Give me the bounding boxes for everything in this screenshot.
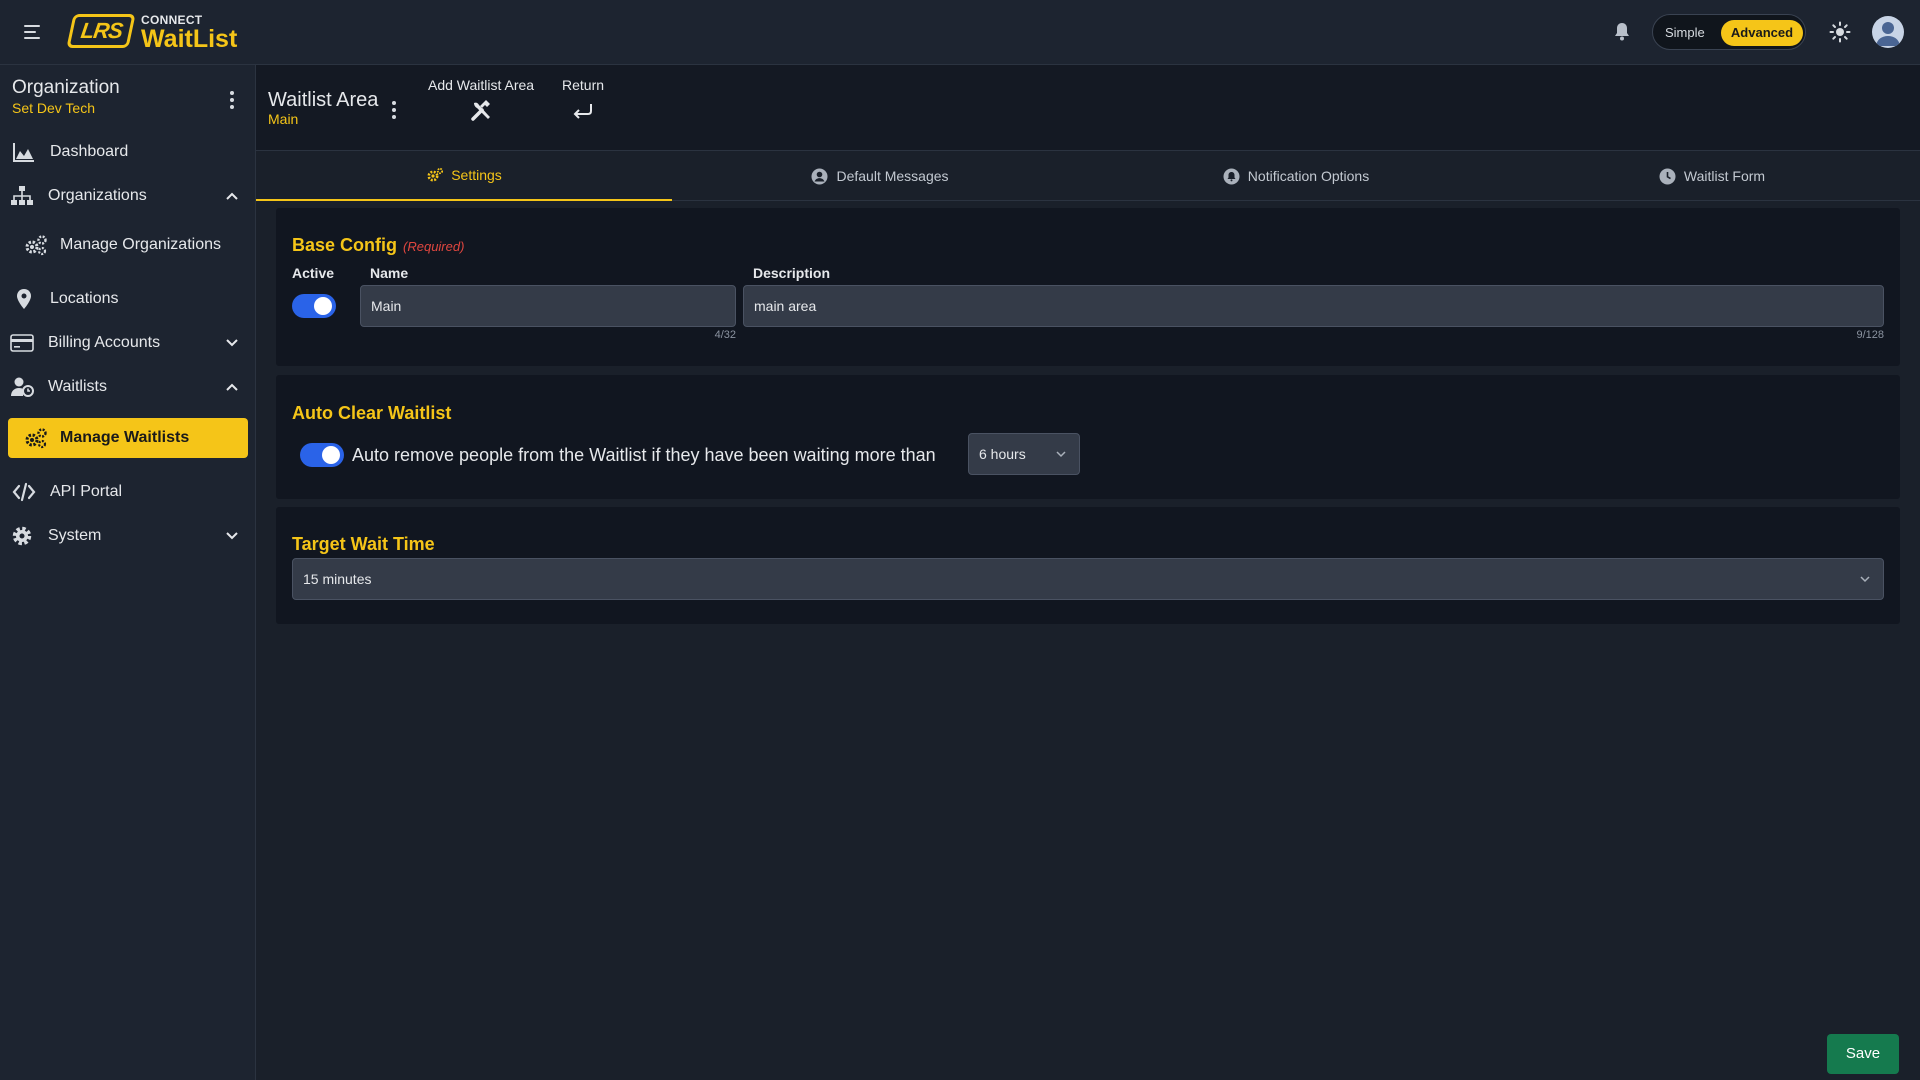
sidebar-item-label: Billing Accounts bbox=[48, 334, 161, 351]
auto-clear-toggle[interactable] bbox=[300, 443, 344, 467]
page-title: Waitlist Area bbox=[268, 89, 379, 111]
target-wait-card: Target Wait Time 15 minutes bbox=[276, 507, 1900, 624]
bell-circle-icon bbox=[1223, 168, 1240, 184]
page-subtitle: Main bbox=[268, 111, 299, 127]
gears-icon bbox=[25, 428, 47, 449]
sidebar-item-api-portal[interactable]: API Portal bbox=[8, 472, 248, 512]
sidebar-item-label: Manage Waitlists bbox=[60, 429, 190, 446]
auto-clear-description: Auto remove people from the Waitlist if … bbox=[352, 445, 936, 465]
description-char-counter: 9/128 bbox=[1856, 329, 1884, 341]
tools-icon bbox=[471, 100, 491, 121]
name-char-counter: 4/32 bbox=[714, 329, 736, 341]
sun-icon[interactable] bbox=[1828, 20, 1852, 44]
user-avatar[interactable] bbox=[1872, 16, 1904, 48]
tab-label: Settings bbox=[451, 167, 502, 183]
mode-advanced-option[interactable]: Advanced bbox=[1721, 20, 1803, 46]
sidebar-item-label: Manage Organizations bbox=[60, 236, 221, 253]
sidebar: Organization Set Dev Tech Dashboard Orga… bbox=[0, 65, 256, 1080]
top-bar: LRS CONNECT WaitList Simple Advanced bbox=[0, 0, 1920, 65]
page-subheader: Waitlist Area Main Add Waitlist Area Ret… bbox=[256, 65, 1920, 151]
tab-label: Notification Options bbox=[1247, 168, 1370, 184]
return-icon bbox=[573, 104, 593, 119]
brand-title: WaitList bbox=[141, 25, 238, 53]
mode-simple-option[interactable]: Simple bbox=[1665, 25, 1705, 40]
user-circle-icon bbox=[811, 168, 828, 184]
sidebar-item-organizations[interactable]: Organizations bbox=[8, 176, 248, 216]
return-label: Return bbox=[562, 77, 605, 93]
tab-label: Default Messages bbox=[836, 168, 949, 184]
chart-area-icon bbox=[13, 143, 34, 162]
settings-tabs: Settings Default Messages Notification O… bbox=[256, 151, 1920, 201]
chevron-up-icon[interactable] bbox=[224, 188, 240, 204]
chevron-down-icon bbox=[1860, 576, 1870, 583]
org-title: Organization bbox=[12, 77, 120, 98]
add-waitlist-area-label: Add Waitlist Area bbox=[428, 77, 535, 93]
bell-icon[interactable] bbox=[1610, 20, 1634, 44]
sidebar-item-manage-organizations[interactable]: Manage Organizations bbox=[8, 225, 248, 265]
auto-clear-duration-select[interactable]: 6 hours bbox=[968, 433, 1080, 475]
target-wait-select[interactable]: 15 minutes bbox=[292, 558, 1884, 600]
gear-icon bbox=[12, 526, 32, 546]
area-more-icon[interactable] bbox=[390, 101, 398, 121]
name-label: Name bbox=[370, 265, 409, 281]
sidebar-item-label: Locations bbox=[50, 290, 119, 307]
lrs-logo: LRS bbox=[66, 14, 136, 48]
chevron-down-icon[interactable] bbox=[224, 335, 240, 351]
gears-icon bbox=[25, 235, 47, 256]
user-clock-icon bbox=[11, 377, 34, 397]
sidebar-item-dashboard[interactable]: Dashboard bbox=[8, 132, 248, 172]
mode-toggle[interactable]: Simple Advanced bbox=[1652, 14, 1806, 50]
sitemap-icon bbox=[11, 186, 33, 205]
name-input[interactable]: Main bbox=[360, 285, 736, 327]
credit-card-icon bbox=[10, 334, 34, 352]
sidebar-item-label: System bbox=[48, 527, 102, 544]
sidebar-item-locations[interactable]: Locations bbox=[8, 279, 248, 319]
sidebar-item-system[interactable]: System bbox=[8, 516, 248, 556]
auto-clear-card: Auto Clear Waitlist Auto remove people f… bbox=[276, 375, 1900, 499]
chevron-up-icon[interactable] bbox=[224, 379, 240, 395]
logo-text: LRS bbox=[78, 18, 124, 43]
add-waitlist-area-button[interactable]: Add Waitlist Area bbox=[428, 77, 534, 128]
chevron-down-icon[interactable] bbox=[224, 528, 240, 544]
save-button[interactable]: Save bbox=[1827, 1034, 1899, 1074]
code-icon bbox=[12, 482, 36, 502]
tab-label: Waitlist Form bbox=[1683, 168, 1766, 184]
tab-settings[interactable]: Settings bbox=[256, 151, 672, 201]
menu-icon[interactable] bbox=[20, 20, 44, 44]
clock-icon bbox=[1659, 168, 1676, 184]
active-toggle[interactable] bbox=[292, 294, 336, 318]
gear-icon bbox=[427, 167, 444, 181]
chevron-down-icon bbox=[1056, 451, 1066, 458]
description-label: Description bbox=[753, 265, 831, 281]
user-icon bbox=[1876, 22, 1900, 46]
tab-waitlist-form[interactable]: Waitlist Form bbox=[1504, 151, 1920, 201]
sidebar-item-label: Waitlists bbox=[48, 378, 107, 395]
sidebar-item-label: Dashboard bbox=[50, 143, 129, 160]
tab-default-messages[interactable]: Default Messages bbox=[672, 151, 1088, 201]
sidebar-item-manage-waitlists[interactable]: Manage Waitlists bbox=[8, 418, 248, 458]
description-input[interactable]: main area bbox=[743, 285, 1884, 327]
base-config-title-text: Base Config bbox=[292, 235, 398, 255]
sidebar-item-label: API Portal bbox=[50, 483, 123, 500]
tab-notification-options[interactable]: Notification Options bbox=[1088, 151, 1504, 201]
active-label: Active bbox=[292, 265, 335, 281]
map-pin-icon bbox=[17, 289, 31, 309]
sidebar-item-billing-accounts[interactable]: Billing Accounts bbox=[8, 323, 248, 363]
duration-value: 6 hours bbox=[979, 446, 1026, 462]
org-more-icon[interactable] bbox=[228, 91, 236, 111]
target-wait-title: Target Wait Time bbox=[292, 534, 435, 554]
sidebar-item-label: Organizations bbox=[48, 187, 147, 204]
sidebar-item-waitlists[interactable]: Waitlists bbox=[8, 367, 248, 407]
org-name: Set Dev Tech bbox=[12, 100, 96, 116]
auto-clear-title: Auto Clear Waitlist bbox=[292, 403, 452, 423]
target-wait-value: 15 minutes bbox=[303, 571, 372, 587]
required-badge: (Required) bbox=[403, 239, 465, 254]
base-config-card: Base Config (Required) Active Name Main 4… bbox=[276, 208, 1900, 366]
return-button[interactable]: Return bbox=[562, 77, 604, 128]
base-config-title: Base Config (Required) bbox=[292, 235, 464, 256]
